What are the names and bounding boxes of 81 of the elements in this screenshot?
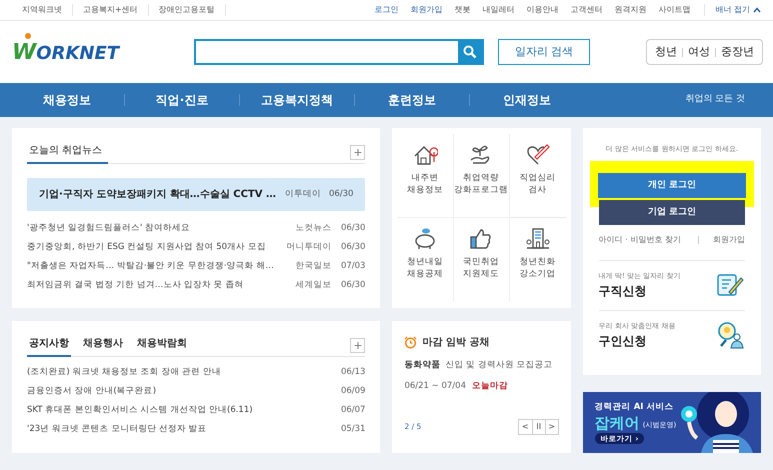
top-link[interactable]: 내일레터 — [476, 4, 520, 16]
service-link[interactable]: 내주변 채용정보 — [397, 134, 454, 218]
nav-item[interactable]: 직업·진로 — [125, 91, 239, 109]
service-link[interactable]: 청년친화 강소기업 — [510, 218, 566, 302]
audience-link[interactable]: 중장년 — [721, 44, 754, 60]
news-date: 06/30 — [340, 241, 366, 254]
job-posting-link[interactable]: 신입 및 경력사원 모집공고 — [445, 359, 553, 372]
top-link[interactable]: 원격지원 — [608, 4, 652, 16]
nav-item[interactable]: 채용정보 — [10, 91, 124, 109]
news-title[interactable]: 오늘의 취업뉴스 — [27, 142, 108, 164]
deadline-status: 오늘마감 — [472, 380, 508, 392]
deadline-title: 마감 임박 공채 — [422, 336, 490, 350]
notice-link[interactable]: '23년 워크넷 콘텐츠 모니터링단 선정자 발표 — [27, 423, 341, 436]
more-button[interactable]: + — [350, 338, 366, 353]
posting-period: 06/21 ~ 07/04 — [404, 380, 466, 392]
tab[interactable]: 공지사항 — [27, 334, 71, 356]
nav-link[interactable]: 취업의 모든 것 — [685, 93, 745, 107]
audience-link[interactable]: 여성 — [688, 44, 710, 60]
news-source: 노컷뉴스 — [295, 222, 332, 235]
search-button[interactable] — [458, 41, 482, 63]
banner-brand: 잡케어 — [594, 414, 640, 431]
notice-date: 06/07 — [340, 404, 366, 417]
sign-up-link[interactable]: 회원가입 — [713, 234, 745, 246]
notice-date: 05/31 — [340, 423, 366, 436]
promo-title: 구인신청 — [598, 332, 648, 350]
news-source: 한국일보 — [295, 260, 332, 273]
logo[interactable]: WORKNET — [12, 36, 120, 68]
nav-item[interactable]: 훈련정보 — [355, 91, 469, 109]
news-link[interactable]: "저출생은 자업자득… 박탈감·불안 키운 무한경쟁·양극화 해… — [27, 260, 288, 273]
top-link[interactable]: 로그인 — [368, 4, 404, 16]
news-date: 06/30 — [340, 222, 366, 235]
banner-heading: 경력관리 AI 서비스 — [594, 401, 674, 414]
tab[interactable]: 채용행사 — [81, 334, 125, 356]
tab[interactable]: 채용박람회 — [135, 334, 189, 356]
nav-item[interactable]: 인재정보 — [470, 91, 584, 109]
news-link[interactable]: '광주청년 일경험드림플러스' 참여하세요 — [27, 222, 288, 235]
service-link[interactable]: 국민취업 지원제도 — [454, 218, 510, 302]
banner-toggle-link[interactable]: 배너 접기 — [704, 4, 750, 16]
notice-date: 06/09 — [340, 385, 366, 398]
headline-title: 기업·구직자 도약보장패키지 확대…수술실 CCTV … — [39, 188, 277, 202]
news-date: 06/30 — [340, 279, 366, 292]
company-name: 동화약품 — [404, 359, 440, 372]
top-link[interactable]: 장애인고용포털 — [148, 4, 226, 16]
news-date: 06/30 — [328, 188, 354, 201]
top-link[interactable]: 지역워크넷 — [12, 4, 73, 16]
carousel-button[interactable]: < — [518, 420, 532, 434]
news-source: 이투데이 — [284, 188, 321, 201]
news-date: 07/03 — [340, 260, 366, 273]
headline-row[interactable]: 기업·구직자 도약보장패키지 확대…수술실 CCTV … 이투데이 06/30 — [27, 178, 366, 211]
notice-link[interactable]: 금융인증서 장애 안내(복구완료) — [27, 385, 341, 398]
notice-date: 06/13 — [340, 366, 366, 379]
service-link[interactable]: 직업심리 검사 — [510, 134, 566, 218]
service-link[interactable]: 취업역량 강화프로그램 — [454, 134, 510, 218]
alarm-clock-icon — [404, 336, 418, 349]
job-search-button[interactable]: 일자리 검색 — [498, 39, 590, 65]
top-link[interactable]: 챗봇 — [448, 4, 476, 16]
audience-link[interactable]: 청년 — [655, 44, 677, 60]
caret-icon — [753, 7, 761, 13]
search-icon — [463, 45, 477, 59]
carousel-button[interactable]: > — [544, 420, 558, 434]
promo-title: 구직신청 — [598, 282, 648, 300]
top-link[interactable]: 회원가입 — [404, 4, 448, 16]
news-link[interactable]: 중기중앙회, 하반기 ESG 컨설팅 지원사업 참여 50개사 모집 — [27, 241, 278, 254]
company-login-button[interactable]: 기업 로그인 — [598, 200, 745, 225]
news-link[interactable]: 최저임금위 결국 법정 기한 넘겨…노사 입장차 못 좁혀 — [27, 279, 288, 292]
news-source: 세계일보 — [295, 279, 332, 292]
top-link[interactable]: 고객센터 — [564, 4, 608, 16]
carousel-button[interactable]: II — [532, 420, 545, 434]
magnifier-person-icon — [715, 320, 745, 350]
find-account-link[interactable]: 아이디 · 비밀번호 찾기 — [598, 234, 681, 246]
service-link[interactable]: 청년내일 채용공제 — [397, 218, 454, 302]
news-source: 머니투데이 — [286, 241, 332, 254]
search-field[interactable] — [194, 39, 484, 65]
nav-item[interactable]: 고용복지정책 — [240, 91, 354, 109]
top-link[interactable]: 고용복지+센터 — [73, 4, 149, 16]
top-link[interactable]: 사이트맵 — [652, 4, 696, 16]
top-link[interactable]: 이용안내 — [520, 4, 564, 16]
notice-link[interactable]: SKT 휴대폰 본인확인서비스 시스템 개선작업 안내(6.11) — [27, 404, 341, 417]
personal-login-button[interactable]: 개인 로그인 — [598, 172, 746, 198]
notice-link[interactable]: (조치완료) 워크넷 채용정보 조회 장애 관련 안내 — [27, 366, 341, 379]
more-button[interactable]: + — [350, 145, 366, 160]
